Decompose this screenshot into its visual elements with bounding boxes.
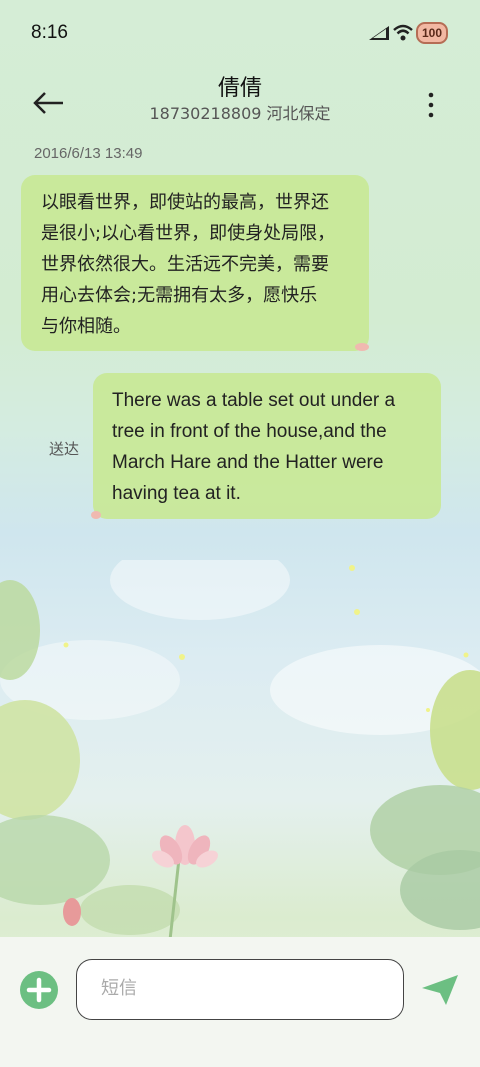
message-timestamp: 2016/6/13 13:49 — [34, 145, 143, 162]
petal-decoration-icon — [91, 511, 101, 519]
message-line: 用心去体会;无需拥有太多，愿快乐 — [41, 285, 318, 306]
contact-details: 18730218809 河北保定 — [149, 104, 331, 123]
messaging-screen: 8:16 100 倩倩 18730218809 河北保定 2016/6/13 1… — [0, 0, 480, 1067]
outgoing-message-bubble[interactable]: There was a table set out under a tree i… — [93, 373, 441, 519]
message-line: 以眼看世界，即使站的最高，世界还 — [41, 192, 329, 213]
battery-indicator: 100 — [416, 22, 448, 44]
contact-name: 倩倩 — [217, 76, 262, 101]
message-line: having tea at it. — [112, 483, 241, 504]
message-line: There was a table set out under a — [112, 390, 396, 411]
message-input[interactable]: 短信 — [76, 959, 404, 1020]
plus-icon — [26, 977, 52, 1003]
message-line: tree in front of the house,and the — [112, 421, 387, 442]
message-line: 是很小;以心看世界，即使身处局限， — [41, 223, 336, 244]
add-attachment-button[interactable] — [20, 971, 58, 1009]
petal-decoration-icon — [355, 343, 369, 351]
signal-icon — [369, 26, 389, 40]
delivery-status: 送达 — [49, 440, 80, 458]
lotus-background-illustration — [0, 560, 480, 940]
send-icon[interactable] — [420, 973, 460, 1007]
status-bar: 8:16 100 — [0, 0, 480, 66]
conversation-header: 倩倩 18730218809 河北保定 — [0, 66, 480, 132]
message-composer: 短信 — [0, 937, 480, 1067]
message-line: March Hare and the Hatter were — [112, 452, 384, 473]
incoming-message-bubble[interactable]: 以眼看世界，即使站的最高，世界还 是很小;以心看世界，即使身处局限， 世界依然很… — [21, 175, 369, 351]
message-line: 世界依然很大。生活远不完美，需要 — [41, 254, 329, 275]
wifi-icon — [393, 24, 413, 41]
status-time: 8:16 — [31, 22, 68, 43]
message-line: 与你相随。 — [41, 316, 131, 337]
more-options-icon[interactable] — [416, 78, 446, 118]
